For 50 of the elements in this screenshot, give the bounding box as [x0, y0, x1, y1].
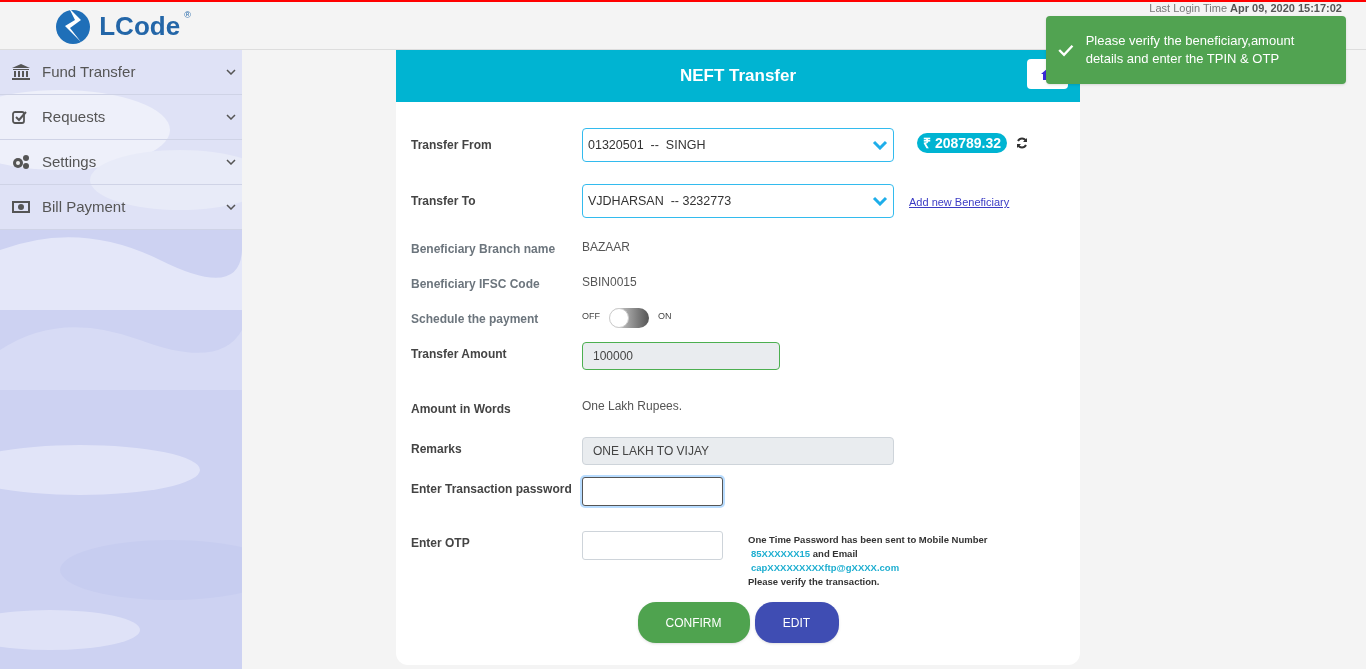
- banknote-icon: [12, 200, 30, 214]
- edit-button[interactable]: EDIT: [754, 602, 839, 643]
- gears-icon: [12, 154, 30, 170]
- toggle-off-label: OFF: [582, 310, 600, 323]
- chevron-down-icon: [872, 140, 888, 150]
- sidebar-item[interactable]: Bill Payment: [0, 185, 242, 230]
- field-value: One Lakh Rupees.: [582, 398, 683, 415]
- otp-message: One Time Password has been sent to Mobile Number 85XXXXXX15 and Email capXXXXXXXXXftp@gXXXX.com Please verify the transaction.: [748, 533, 989, 589]
- sidebar-label: Fund Transfer: [42, 61, 137, 82]
- sidebar-item[interactable]: Requests: [0, 95, 242, 140]
- field-label: Remarks: [411, 441, 463, 458]
- registered-mark: ®: [184, 10, 191, 20]
- field-label: Transfer From: [411, 137, 493, 154]
- field-value: BAZAAR: [582, 239, 630, 256]
- otp-field[interactable]: [582, 531, 723, 560]
- sidebar-item[interactable]: Fund Transfer: [0, 50, 242, 95]
- password-field[interactable]: [582, 477, 723, 506]
- refresh-icon[interactable]: [1016, 137, 1029, 149]
- field-label: Transfer Amount: [411, 346, 508, 363]
- sidebar-label: Bill Payment: [42, 196, 127, 217]
- add-beneficiary-link[interactable]: Add new Beneficiary: [909, 194, 1010, 211]
- chevron-down-icon: [872, 196, 888, 206]
- field-label: Enter Transaction password: [411, 481, 573, 498]
- amount-field: 100000: [582, 342, 780, 370]
- logo-text: LCode: [99, 10, 181, 41]
- field-value: SBIN0015: [582, 274, 637, 291]
- chevron-down-icon: [226, 114, 236, 120]
- field-label: Beneficiary IFSC Code: [411, 276, 541, 293]
- field-label: Transfer To: [411, 193, 477, 210]
- field-label: Beneficiary Branch name: [411, 241, 557, 258]
- chevron-down-icon: [226, 159, 236, 165]
- field-label: Amount in Words: [411, 401, 512, 418]
- checkbox-icon: [12, 110, 28, 124]
- toast-message: Please verify the beneficiary,amount details and enter the TPIN & OTP: [1085, 32, 1296, 68]
- dropdown[interactable]: VJDHARSAN -- 3232773: [582, 184, 894, 218]
- bank-icon: [12, 64, 30, 80]
- sidebar-label: Settings: [42, 151, 98, 172]
- sidebar-item[interactable]: Settings: [0, 140, 242, 185]
- field-label: Enter OTP: [411, 535, 471, 552]
- balance-badge: ₹ 208789.32: [917, 133, 1008, 153]
- dropdown[interactable]: 01320501 -- SINGH: [582, 128, 894, 162]
- sidebar-label: Requests: [42, 106, 107, 127]
- chevron-down-icon: [226, 204, 236, 210]
- chevron-down-icon: [226, 69, 236, 75]
- last-login-text: Last Login Time Apr 09, 2020 15:17:02: [1149, 3, 1342, 14]
- remarks-field: ONE LAKH TO VIJAY: [582, 437, 894, 465]
- card-title: NEFT Transfer: [678, 65, 798, 88]
- toggle-switch[interactable]: [609, 308, 649, 328]
- toggle-on-label: ON: [658, 310, 672, 323]
- field-label: Schedule the payment: [411, 311, 540, 328]
